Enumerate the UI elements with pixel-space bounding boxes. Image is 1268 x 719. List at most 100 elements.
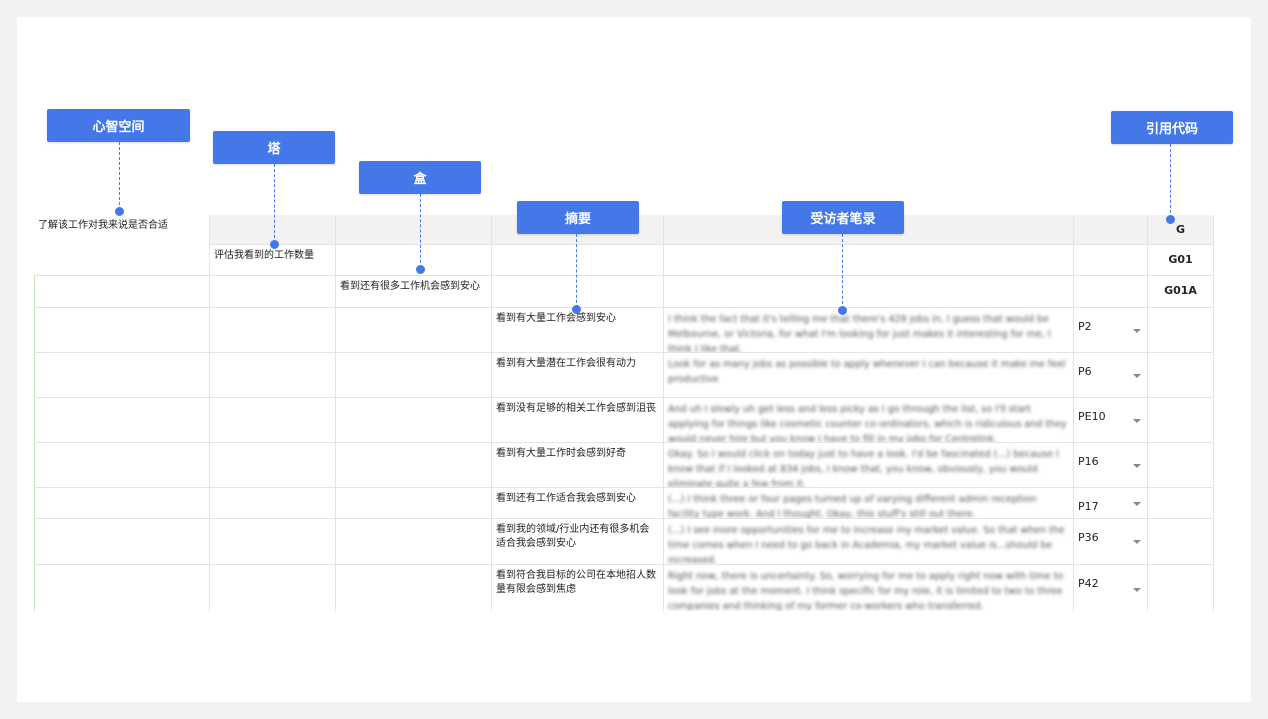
cell-level2[interactable]: 评估我看到的工作数量	[210, 245, 336, 276]
level3-text: 看到还有很多工作机会感到安心	[340, 281, 480, 292]
code-l3-cell[interactable]: G01A	[1148, 276, 1214, 308]
summary-cell[interactable]: 看到有大量工作时会感到好奇	[492, 443, 664, 488]
empty-cell	[336, 398, 492, 443]
participant-id: P36	[1078, 531, 1099, 544]
summary-cell[interactable]: 看到还有工作适合我会感到安心	[492, 488, 664, 519]
connector-line	[842, 234, 843, 309]
empty-cell	[34, 353, 210, 398]
callout-box-label: 盒	[413, 172, 427, 187]
summary-cell[interactable]: 看到符合我目标的公司在本地招人数量有限会感到焦虑	[492, 565, 664, 611]
dropdown-arrow-icon[interactable]	[1133, 373, 1141, 378]
participant-id: P16	[1078, 455, 1099, 468]
empty-cell	[210, 565, 336, 611]
interviewee-note-cell[interactable]: I think the fact that it's telling me th…	[664, 308, 1074, 353]
sheet-left-edge	[34, 275, 35, 611]
level1-text: 了解该工作对我来说是否合适	[38, 220, 168, 231]
summary-cell[interactable]: 看到我的领域/行业内还有很多机会适合我会感到安心	[492, 519, 664, 565]
connector-dot	[416, 265, 425, 274]
participant-id: PE10	[1078, 410, 1106, 423]
participant-select[interactable]: P17	[1074, 488, 1148, 519]
participant-select[interactable]: P36	[1074, 519, 1148, 565]
interviewee-note-cell[interactable]: Right now, there is uncertainty. So, wor…	[664, 565, 1074, 611]
summary-cell[interactable]: 看到有大量工作会感到安心	[492, 308, 664, 353]
interviewee-note-text: And uh I slowly uh get less and less pic…	[668, 404, 1067, 443]
empty-cell	[492, 245, 664, 276]
empty-cell	[1148, 308, 1214, 353]
interviewee-note-text: (...) I see more opportunities for me to…	[668, 525, 1065, 565]
dropdown-arrow-icon[interactable]	[1133, 540, 1141, 544]
header-cell	[336, 215, 492, 245]
interviewee-note-cell[interactable]: Okay. So I would click on today just to …	[664, 443, 1074, 488]
participant-id: P42	[1078, 577, 1099, 590]
empty-cell	[1148, 565, 1214, 611]
empty-cell	[210, 519, 336, 565]
summary-text: 看到符合我目标的公司在本地招人数量有限会感到焦虑	[496, 570, 656, 595]
code-l2-cell[interactable]: G01	[1148, 245, 1214, 276]
summary-text: 看到有大量工作时会感到好奇	[496, 448, 626, 459]
empty-cell	[34, 398, 210, 443]
callout-box: 盒	[359, 161, 481, 194]
empty-cell	[34, 565, 210, 611]
connector-line	[1170, 144, 1171, 218]
dropdown-arrow-icon[interactable]	[1133, 418, 1141, 423]
participant-id: P17	[1078, 500, 1099, 513]
empty-cell	[210, 398, 336, 443]
empty-cell	[34, 308, 210, 353]
participant-id: P2	[1078, 320, 1092, 333]
empty-cell	[1148, 519, 1214, 565]
participant-select[interactable]: P42	[1074, 565, 1148, 611]
participant-id: P6	[1078, 365, 1092, 378]
interviewee-note-text: (...) I think three or four pages turned…	[668, 494, 1037, 519]
spreadsheet: 了解该工作对我来说是否合适 G 评估我看到的工作数量 G01 看到还有很多工作机…	[34, 215, 1214, 611]
callout-notes-label: 受访者笔录	[810, 212, 876, 227]
empty-cell	[210, 276, 336, 308]
empty-cell	[336, 488, 492, 519]
empty-cell	[34, 276, 210, 308]
interviewee-note-text: Okay. So I would click on today just to …	[668, 449, 1059, 488]
dropdown-arrow-icon[interactable]	[1133, 328, 1141, 333]
summary-cell[interactable]: 看到有大量潜在工作会很有动力	[492, 353, 664, 398]
callout-summary-label: 摘要	[564, 212, 591, 227]
connector-dot	[572, 305, 581, 314]
empty-cell	[210, 308, 336, 353]
code-l2: G01	[1168, 253, 1193, 266]
connector-dot	[1166, 215, 1175, 224]
empty-cell	[336, 519, 492, 565]
interviewee-note-cell[interactable]: (...) I think three or four pages turned…	[664, 488, 1074, 519]
code-header-cell[interactable]: G	[1148, 215, 1214, 245]
empty-cell	[664, 245, 1074, 276]
dropdown-arrow-icon[interactable]	[1133, 501, 1141, 506]
empty-cell	[34, 443, 210, 488]
callout-mind-space: 心智空间	[47, 109, 190, 142]
dropdown-arrow-icon[interactable]	[1133, 588, 1141, 592]
empty-cell	[1148, 488, 1214, 519]
summary-text: 看到有大量工作会感到安心	[496, 313, 616, 324]
empty-cell	[34, 519, 210, 565]
callout-tower: 塔	[213, 131, 335, 164]
empty-cell	[336, 353, 492, 398]
connector-dot	[115, 207, 124, 216]
participant-select[interactable]: P2	[1074, 308, 1148, 353]
interviewee-note-cell[interactable]: Look for as many jobs as possible to app…	[664, 353, 1074, 398]
connector-line	[274, 164, 275, 243]
empty-cell	[1148, 353, 1214, 398]
cell-level3[interactable]: 看到还有很多工作机会感到安心	[336, 276, 492, 308]
empty-cell	[1148, 398, 1214, 443]
connector-line	[576, 234, 577, 308]
empty-cell	[336, 245, 492, 276]
callout-interviewee-notes: 受访者笔录	[782, 201, 904, 234]
participant-select[interactable]: P6	[1074, 353, 1148, 398]
interviewee-note-cell[interactable]: (...) I see more opportunities for me to…	[664, 519, 1074, 565]
summary-cell[interactable]: 看到没有足够的相关工作会感到沮丧	[492, 398, 664, 443]
participant-select[interactable]: P16	[1074, 443, 1148, 488]
interviewee-note-text: Look for as many jobs as possible to app…	[668, 359, 1066, 385]
empty-cell	[492, 276, 664, 308]
interviewee-note-cell[interactable]: And uh I slowly uh get less and less pic…	[664, 398, 1074, 443]
dropdown-arrow-icon[interactable]	[1133, 463, 1141, 468]
interviewee-note-text: I think the fact that it's telling me th…	[668, 314, 1051, 353]
cell-level1[interactable]: 了解该工作对我来说是否合适	[34, 215, 210, 245]
callout-reference-code: 引用代码	[1111, 111, 1233, 144]
participant-select[interactable]: PE10	[1074, 398, 1148, 443]
empty-cell	[336, 308, 492, 353]
callout-mind-space-label: 心智空间	[92, 120, 145, 135]
